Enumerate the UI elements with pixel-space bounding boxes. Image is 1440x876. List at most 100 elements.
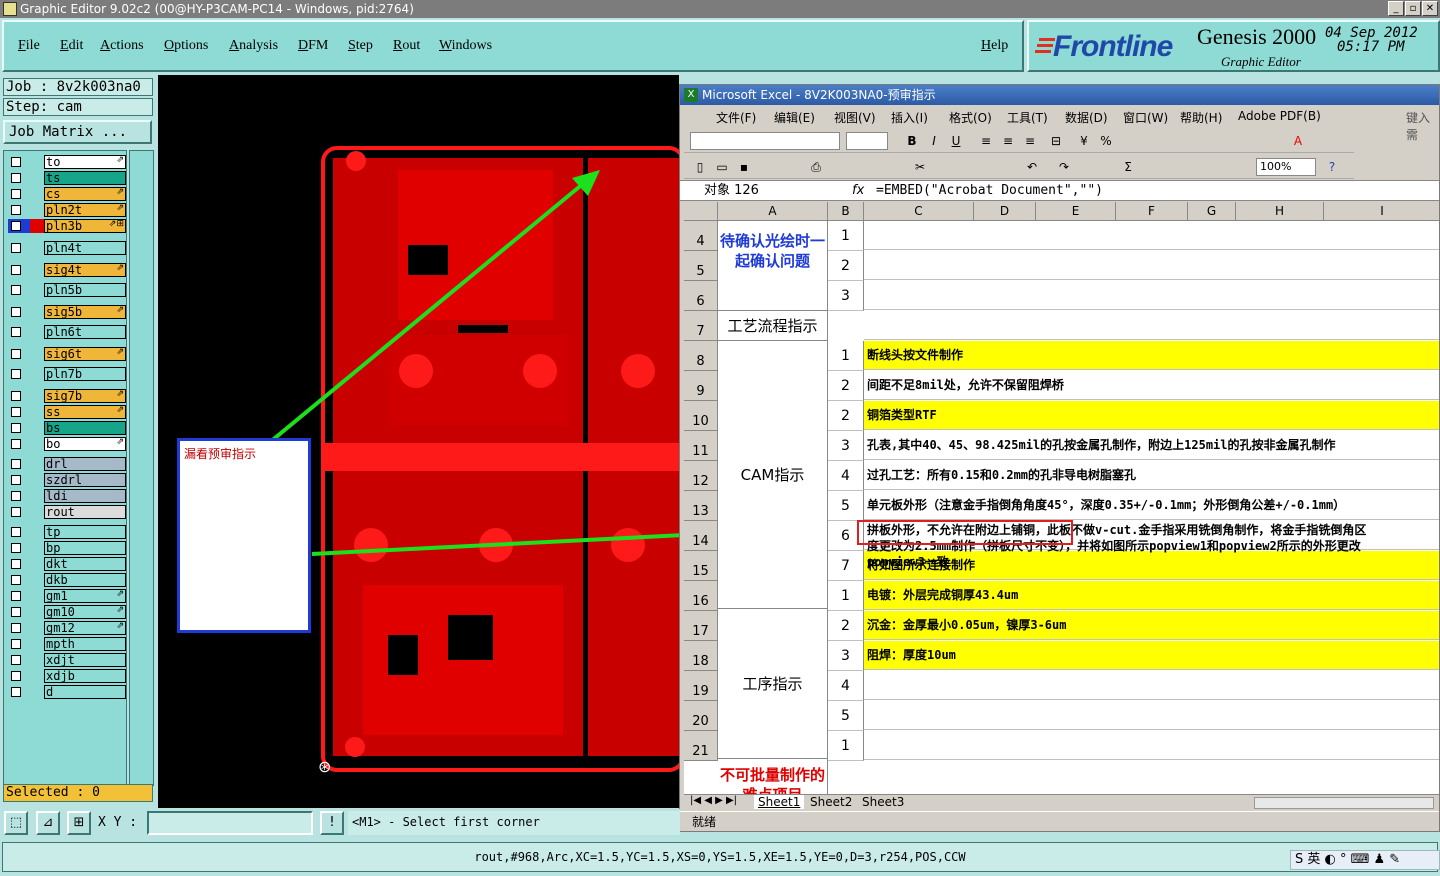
excel-menu-window[interactable]: 窗口(W) xyxy=(1123,109,1168,126)
font-name-select[interactable] xyxy=(690,132,840,150)
fx-icon[interactable]: fx xyxy=(852,182,864,200)
row-header[interactable]: 9 xyxy=(684,371,718,401)
row-header[interactable]: 15 xyxy=(684,551,718,581)
cell-b[interactable]: 3 xyxy=(828,281,864,311)
cell-b[interactable]: 3 xyxy=(828,641,864,671)
font-size-select[interactable] xyxy=(846,132,888,150)
tab-sheet2[interactable]: Sheet2 xyxy=(806,795,856,809)
cell-b[interactable]: 5 xyxy=(828,701,864,731)
row-header[interactable]: 6 xyxy=(684,281,718,311)
cell-b[interactable]: 2 xyxy=(828,401,864,431)
bold-icon[interactable]: B xyxy=(904,133,920,149)
excel-menu-edit[interactable]: 编辑(E) xyxy=(774,109,815,126)
cell-c-row[interactable] xyxy=(864,251,1439,280)
cell-b[interactable]: 1 xyxy=(828,341,864,371)
cell-c-row[interactable] xyxy=(864,731,1439,760)
help-icon[interactable]: ? xyxy=(1324,159,1340,175)
print-icon[interactable]: ⎙ xyxy=(808,159,824,175)
cell-c-row[interactable] xyxy=(864,221,1439,250)
open-icon[interactable]: ▭ xyxy=(714,159,730,175)
excel-menu-data[interactable]: 数据(D) xyxy=(1065,109,1108,126)
column-header-c[interactable]: C xyxy=(864,202,974,221)
row-header[interactable]: 20 xyxy=(684,701,718,731)
column-header-f[interactable]: F xyxy=(1116,202,1188,221)
align-left-icon[interactable]: ≡ xyxy=(978,133,994,149)
row-header[interactable]: 7 xyxy=(684,311,718,341)
save-icon[interactable]: ▪ xyxy=(736,159,752,175)
cell-b[interactable]: 2 xyxy=(828,371,864,401)
new-icon[interactable]: ▯ xyxy=(692,159,708,175)
cell-b[interactable]: 4 xyxy=(828,671,864,701)
horizontal-scrollbar[interactable] xyxy=(1254,797,1434,809)
column-header-d[interactable]: D xyxy=(974,202,1036,221)
cell-b[interactable]: 3 xyxy=(828,431,864,461)
excel-menu-tools[interactable]: 工具(T) xyxy=(1007,109,1048,126)
row-header[interactable]: 17 xyxy=(684,611,718,641)
row-header[interactable]: 10 xyxy=(684,401,718,431)
cell-c-row[interactable] xyxy=(864,311,1439,340)
excel-menu-help[interactable]: 帮助(H) xyxy=(1180,109,1222,126)
column-header-g[interactable]: G xyxy=(1188,202,1236,221)
column-header-a[interactable]: A xyxy=(718,202,828,221)
column-header-e[interactable]: E xyxy=(1036,202,1116,221)
cell-b[interactable]: 4 xyxy=(828,461,864,491)
measure-tool-icon[interactable]: ⊿ xyxy=(36,811,60,835)
excel-menu-adobe[interactable]: Adobe PDF(B) xyxy=(1238,109,1321,123)
cell-c-row[interactable] xyxy=(864,401,1439,430)
align-center-icon[interactable]: ≡ xyxy=(1000,133,1016,149)
cell-process-group[interactable]: 工艺流程指示 xyxy=(718,311,828,341)
column-header-i[interactable]: I xyxy=(1324,202,1439,221)
row-header[interactable]: 21 xyxy=(684,731,718,761)
excel-menu-insert[interactable]: 插入(I) xyxy=(891,109,928,126)
tab-sheet3[interactable]: Sheet3 xyxy=(858,795,908,809)
cell-cam-group[interactable]: CAM指示 xyxy=(718,341,828,609)
zoom-tool-icon[interactable]: ⬚ xyxy=(4,811,28,835)
row-header[interactable]: 16 xyxy=(684,581,718,611)
column-header-h[interactable]: H xyxy=(1236,202,1324,221)
cell-b[interactable]: 1 xyxy=(828,731,864,761)
italic-icon[interactable]: I xyxy=(926,133,942,149)
zoom-select[interactable]: 100% xyxy=(1256,158,1316,176)
cell-b[interactable]: 2 xyxy=(828,611,864,641)
row-header[interactable]: 11 xyxy=(684,431,718,461)
cell-procedure-group[interactable]: 工序指示 xyxy=(718,609,828,759)
merge-icon[interactable]: ⊟ xyxy=(1048,133,1064,149)
row-header[interactable]: 13 xyxy=(684,491,718,521)
autosum-icon[interactable]: Σ xyxy=(1120,159,1136,175)
row-header[interactable]: 4 xyxy=(684,221,718,251)
cell-b[interactable]: 2 xyxy=(828,251,864,281)
row-header[interactable]: 19 xyxy=(684,671,718,701)
align-right-icon[interactable]: ≡ xyxy=(1022,133,1038,149)
xy-input[interactable] xyxy=(147,811,313,835)
cell-c-row[interactable] xyxy=(864,701,1439,730)
row-header[interactable]: 14 xyxy=(684,521,718,551)
excel-menu-view[interactable]: 视图(V) xyxy=(834,109,876,126)
cell-b[interactable]: 7 xyxy=(828,551,864,581)
alert-icon[interactable]: ! xyxy=(320,811,344,835)
help-search-hint[interactable]: 键入需 xyxy=(1406,109,1439,143)
select-all-corner[interactable] xyxy=(684,202,718,221)
column-header-b[interactable]: B xyxy=(828,202,864,221)
cell-c-row[interactable] xyxy=(864,671,1439,700)
cell-b[interactable]: 1 xyxy=(828,581,864,611)
currency-icon[interactable]: ¥ xyxy=(1076,133,1092,149)
underline-icon[interactable]: U xyxy=(948,133,964,149)
percent-icon[interactable]: % xyxy=(1098,133,1114,149)
cell-confirm-group[interactable]: 待确认光绘时一起确认问题 xyxy=(718,221,828,311)
tab-sheet1[interactable]: Sheet1 xyxy=(754,795,805,809)
cell-b[interactable]: 1 xyxy=(828,221,864,251)
cell-batch-group[interactable]: 不可批量制作的难点项目 xyxy=(718,759,828,794)
formula-input[interactable]: =EMBED("Acrobat Document","") xyxy=(876,182,1103,200)
tab-nav-arrows-icon[interactable]: |◀ ◀ ▶ ▶| xyxy=(690,795,737,806)
excel-menu-format[interactable]: 格式(O) xyxy=(949,109,992,126)
cell-c-row[interactable] xyxy=(864,281,1439,310)
cell-b[interactable]: 5 xyxy=(828,491,864,521)
spreadsheet-grid[interactable]: ABCDEFGHI 4 1 5 2 6 3 7 8 1 断线头按文件制作 9 2 间距不足8mil处，允… xyxy=(684,202,1439,794)
row-header[interactable]: 8 xyxy=(684,341,718,371)
redo-icon[interactable]: ↷ xyxy=(1056,159,1072,175)
cut-icon[interactable]: ✂ xyxy=(912,159,928,175)
font-color-icon[interactable]: A xyxy=(1290,133,1306,149)
undo-icon[interactable]: ↶ xyxy=(1024,159,1040,175)
row-header[interactable]: 18 xyxy=(684,641,718,671)
row-header[interactable]: 12 xyxy=(684,461,718,491)
